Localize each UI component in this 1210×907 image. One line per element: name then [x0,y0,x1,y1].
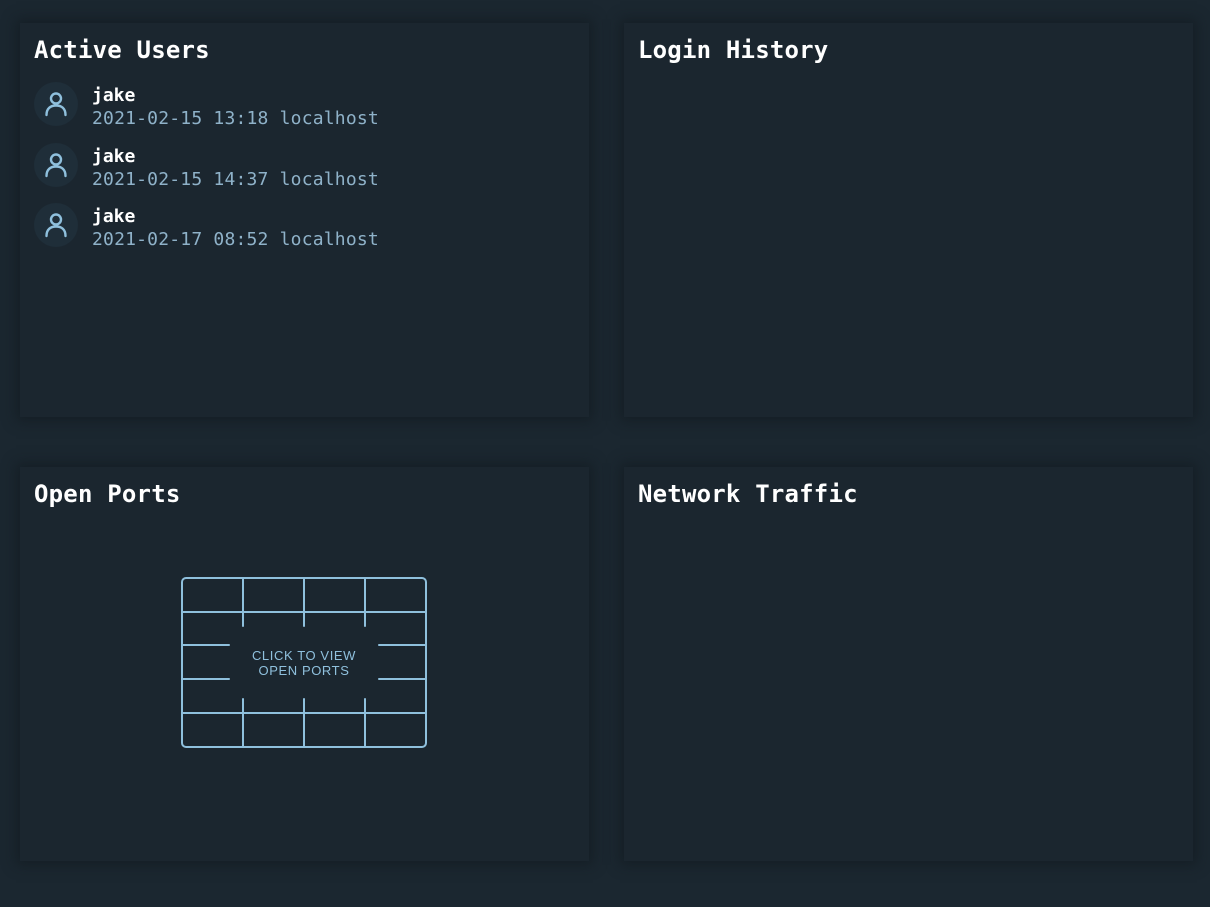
open-ports-title: Open Ports [34,480,181,508]
user-name: jake [92,145,136,167]
login-history-panel: Login History [624,23,1193,417]
network-traffic-title: Network Traffic [638,480,858,508]
network-traffic-panel: Network Traffic [624,467,1193,861]
user-icon [34,82,78,126]
active-users-panel: Active Users jake 2021-02-15 13:18 local… [20,23,589,417]
user-name: jake [92,206,136,227]
user-icon [34,142,78,187]
user-login-meta: 2021-02-17 08:52 localhost [92,229,379,250]
view-open-ports-button[interactable]: CLICK TO VIEW OPEN PORTS [181,577,427,748]
user-name: jake [92,85,136,106]
active-users-title: Active Users [34,36,210,64]
login-history-title: Login History [638,36,829,64]
user-login-meta: 2021-02-15 14:37 localhost [92,168,379,190]
user-login-meta: 2021-02-15 13:18 localhost [92,108,379,129]
open-ports-button-label-line2: OPEN PORTS [258,663,350,678]
open-ports-panel: Open Ports CLICK TO VIEW OPEN PORTS [20,467,589,861]
open-ports-button-label-line1: CLICK TO VIEW [251,648,357,663]
user-icon [34,203,78,247]
